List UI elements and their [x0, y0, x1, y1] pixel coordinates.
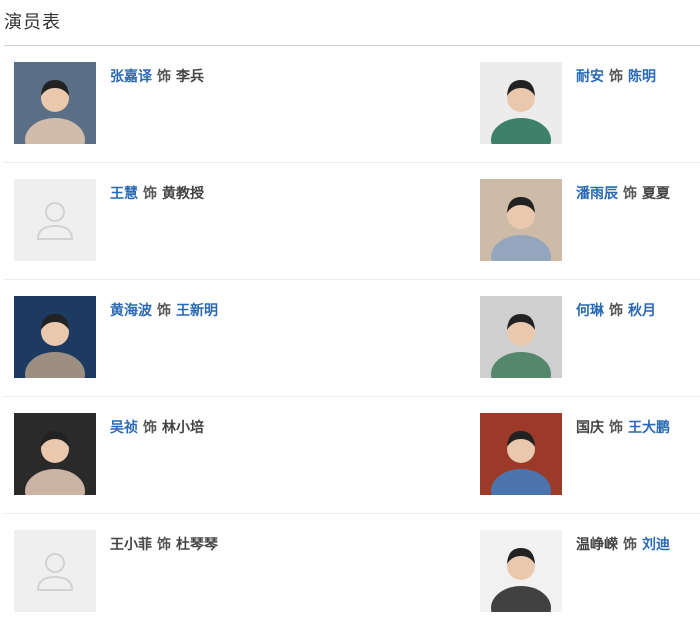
role-separator: 饰 [623, 537, 637, 553]
cast-row: 王小菲饰杜琴琴 温峥嵘饰刘迪 [4, 514, 700, 630]
cast-row: 王慧饰黄教授 潘雨辰饰夏夏 [4, 163, 700, 280]
actor-name: 王小菲 [110, 537, 152, 553]
cast-row: 张嘉译饰李兵 耐安饰陈明 [4, 46, 700, 163]
role-name-link[interactable]: 刘迪 [642, 537, 670, 553]
actor-photo[interactable] [480, 179, 562, 261]
actor-photo[interactable] [14, 413, 96, 495]
cast-caption: 温峥嵘饰刘迪 [576, 534, 670, 554]
role-name: 李兵 [176, 69, 204, 85]
actor-photo[interactable] [480, 530, 562, 612]
actor-name-link[interactable]: 黄海波 [110, 303, 152, 319]
cast-row: 黄海波饰王新明 何琳饰秋月 [4, 280, 700, 397]
cast-row: 吴祯饰林小培 国庆饰王大鹏 [4, 397, 700, 514]
actor-name-link[interactable]: 吴祯 [110, 420, 138, 436]
role-name-link[interactable]: 王大鹏 [628, 420, 670, 436]
cast-caption: 国庆饰王大鹏 [576, 417, 670, 437]
role-separator: 饰 [157, 537, 171, 553]
role-separator: 饰 [157, 69, 171, 85]
actor-name-link[interactable]: 潘雨辰 [576, 186, 618, 202]
role-separator: 饰 [143, 420, 157, 436]
actor-photo[interactable] [480, 62, 562, 144]
actor-name-link[interactable]: 何琳 [576, 303, 604, 319]
cast-caption: 王小菲饰杜琴琴 [110, 534, 218, 554]
role-name: 黄教授 [162, 186, 204, 202]
role-name-link[interactable]: 王新明 [176, 303, 218, 319]
actor-photo[interactable] [14, 296, 96, 378]
role-name-link[interactable]: 秋月 [628, 303, 656, 319]
actor-name-link[interactable]: 耐安 [576, 69, 604, 85]
actor-name: 温峥嵘 [576, 537, 618, 553]
actor-photo[interactable] [480, 296, 562, 378]
role-separator: 饰 [157, 303, 171, 319]
cast-grid: 张嘉译饰李兵 耐安饰陈明 王慧饰黄教授 潘雨辰饰夏夏 黄海波饰王新明 何琳饰秋月 吴祯饰林小… [4, 46, 700, 630]
actor-name: 国庆 [576, 420, 604, 436]
role-name-link[interactable]: 陈明 [628, 69, 656, 85]
role-separator: 饰 [609, 303, 623, 319]
role-separator: 饰 [609, 420, 623, 436]
cast-caption: 黄海波饰王新明 [110, 300, 218, 320]
actor-photo[interactable] [480, 413, 562, 495]
actor-name-link[interactable]: 张嘉译 [110, 69, 152, 85]
role-name: 林小培 [162, 420, 204, 436]
actor-name-link[interactable]: 王慧 [110, 186, 138, 202]
page-title: 演员表 [4, 12, 61, 33]
role-separator: 饰 [143, 186, 157, 202]
role-name: 杜琴琴 [176, 537, 218, 553]
role-separator: 饰 [623, 186, 637, 202]
cast-caption: 张嘉译饰李兵 [110, 66, 204, 86]
actor-photo[interactable] [14, 62, 96, 144]
cast-caption: 王慧饰黄教授 [110, 183, 204, 203]
role-separator: 饰 [609, 69, 623, 85]
cast-caption: 耐安饰陈明 [576, 66, 656, 86]
cast-caption: 吴祯饰林小培 [110, 417, 204, 437]
avatar-placeholder-icon[interactable] [14, 179, 96, 261]
role-name: 夏夏 [642, 186, 670, 202]
cast-caption: 何琳饰秋月 [576, 300, 656, 320]
cast-caption: 潘雨辰饰夏夏 [576, 183, 670, 203]
avatar-placeholder-icon[interactable] [14, 530, 96, 612]
